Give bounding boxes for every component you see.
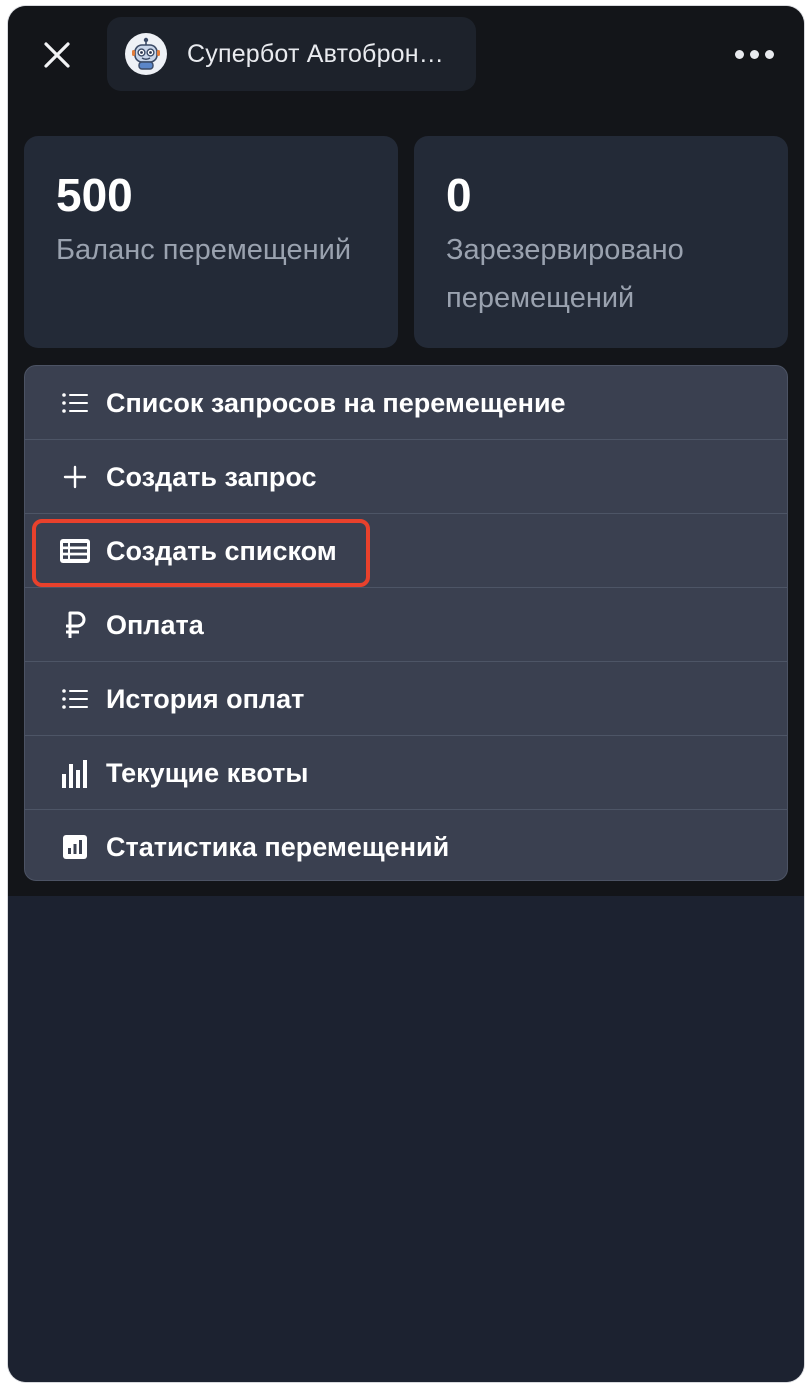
close-button[interactable] bbox=[34, 32, 80, 78]
menu-item-create-request[interactable]: Создать запрос bbox=[25, 440, 787, 514]
menu-item-create-by-list[interactable]: Создать списком bbox=[25, 514, 787, 588]
chart-square-icon bbox=[59, 831, 91, 863]
main-menu: Список запросов на перемещение Создать з… bbox=[24, 365, 788, 881]
menu-item-label: Создать запрос bbox=[106, 461, 317, 492]
list-icon bbox=[59, 387, 91, 419]
stat-value: 500 bbox=[56, 169, 133, 221]
content-area: Супербот Автоброн… 500 Баланс перемещени… bbox=[8, 6, 804, 896]
menu-item-payment-history[interactable]: История оплат bbox=[25, 662, 787, 736]
stat-label: Зарезервировано перемещений bbox=[446, 234, 684, 314]
menu-item-move-statistics[interactable]: Статистика перемещений bbox=[25, 810, 787, 880]
ruble-icon bbox=[59, 609, 91, 641]
bar-chart-icon bbox=[59, 757, 91, 789]
menu-item-label: Статистика перемещений bbox=[106, 831, 450, 862]
plus-icon bbox=[59, 461, 91, 493]
menu-item-label: История оплат bbox=[106, 683, 305, 714]
more-button[interactable] bbox=[728, 34, 780, 74]
menu-item-label: Создать списком bbox=[106, 535, 337, 566]
menu-item-label: Список запросов на перемещение bbox=[106, 387, 566, 418]
close-icon bbox=[44, 42, 70, 68]
menu-item-request-list[interactable]: Список запросов на перемещение bbox=[25, 366, 787, 440]
more-dots-icon bbox=[734, 49, 744, 59]
stat-label: Баланс перемещений bbox=[56, 234, 352, 266]
menu-item-label: Оплата bbox=[106, 609, 204, 640]
bot-title: Супербот Автоброн… bbox=[187, 39, 444, 68]
menu-item-payment[interactable]: Оплата bbox=[25, 588, 787, 662]
menu-item-current-quotas[interactable]: Текущие квоты bbox=[25, 736, 787, 810]
stat-card-balance: 500 Баланс перемещений bbox=[24, 136, 398, 348]
menu-item-label: Текущие квоты bbox=[106, 757, 309, 788]
stat-card-reserved: 0 Зарезервировано перемещений bbox=[414, 136, 788, 348]
app-window: Супербот Автоброн… 500 Баланс перемещени… bbox=[8, 6, 804, 1382]
table-list-icon bbox=[59, 535, 91, 567]
list-icon bbox=[59, 683, 91, 715]
bot-title-pill[interactable]: Супербот Автоброн… bbox=[107, 17, 476, 91]
stat-value: 0 bbox=[446, 169, 472, 221]
empty-area bbox=[8, 896, 804, 1382]
bot-avatar-icon bbox=[125, 33, 167, 75]
